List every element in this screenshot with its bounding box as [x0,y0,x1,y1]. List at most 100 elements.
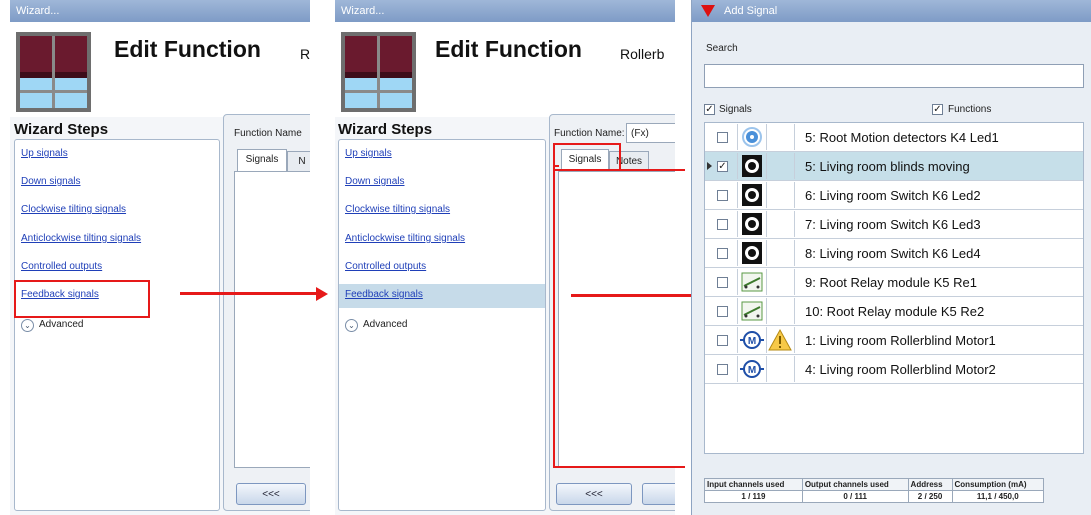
function-subtitle: R [300,46,310,62]
arrow-mid-to-signal [571,294,706,297]
list-bottom-line [555,466,685,468]
row-checkbox[interactable] [717,335,728,346]
row-checkbox[interactable] [717,277,728,288]
rollerblind-icon [16,32,91,112]
wizard-window-mid: Wizard... Edit Function Rollerb Wizard S… [335,0,675,515]
switch-icon [737,211,767,237]
row-name: 4: Living room Rollerblind Motor2 [805,362,996,377]
wizard-header: Edit Function Rollerb [335,22,675,117]
step-up-signals[interactable]: Up signals [21,148,68,159]
row-checkbox[interactable] [717,190,728,201]
warning-cell [766,298,795,324]
window-title: Wizard... [335,0,675,22]
row-checkbox[interactable] [717,248,728,259]
filter-functions-label[interactable]: Functions [948,104,991,115]
signals-tab-highlight [553,143,621,171]
warning-cell [766,269,795,295]
stat-value: 0 / 111 [801,490,909,503]
switch-icon [737,182,767,208]
function-panel: Function Name: (Fx) Signals Notes <<< [549,114,675,511]
window-title: Wizard... [10,0,310,22]
row-name: 5: Root Motion detectors K4 Led1 [805,130,999,145]
row-name: 1: Living room Rollerblind Motor1 [805,333,996,348]
page-title: Edit Function [435,36,582,62]
list-item[interactable]: 7: Living room Switch K6 Led3 [705,210,1083,239]
step-clockwise-tilting[interactable]: Clockwise tilting signals [345,204,450,215]
step-down-signals[interactable]: Down signals [345,176,404,187]
row-name: 5: Living room blinds moving [805,159,970,174]
list-item[interactable]: 8: Living room Switch K6 Led4 [705,239,1083,268]
list-item[interactable]: 6: Living room Switch K6 Led2 [705,181,1083,210]
step-clockwise-tilting[interactable]: Clockwise tilting signals [21,204,126,215]
step-anticlockwise-tilting[interactable]: Anticlockwise tilting signals [345,233,465,244]
wizard-steps-title: Wizard Steps [14,121,109,138]
warning-cell [766,240,795,266]
wizard-steps-panel: Up signals Down signals Clockwise tiltin… [338,139,546,511]
row-checkbox[interactable] [717,132,728,143]
filter-signals-checkbox[interactable]: ✓ [704,104,715,115]
stat-value: 11,1 / 450,0 [951,490,1045,503]
row-checkbox[interactable] [717,364,728,375]
row-name: 6: Living room Switch K6 Led2 [805,188,981,203]
list-item[interactable]: 9: Root Relay module K5 Re1 [705,268,1083,297]
signals-list-highlight [553,165,559,468]
stat-header: Input channels used [704,478,803,491]
signals-list [558,171,675,468]
advanced-label[interactable]: Advanced [363,319,407,330]
step-controlled-outputs[interactable]: Controlled outputs [21,261,102,272]
tab-notes[interactable]: N [287,151,310,171]
svg-text:M: M [748,365,756,376]
step-down-signals[interactable]: Down signals [21,176,80,187]
tab-signals[interactable]: Signals [237,149,287,171]
stat-header: Address [907,478,953,491]
warning-cell [766,327,795,353]
rollerblind-icon [341,32,416,112]
filter-functions-checkbox[interactable]: ✓ [932,104,943,115]
advanced-label[interactable]: Advanced [39,319,83,330]
step-controlled-outputs[interactable]: Controlled outputs [345,261,426,272]
row-name: 10: Root Relay module K5 Re2 [805,304,985,319]
list-item[interactable]: 5: Root Motion detectors K4 Led1 [705,123,1083,152]
stat-value: 2 / 250 [907,490,953,503]
row-checkbox[interactable] [717,306,728,317]
warning-cell [766,182,795,208]
signals-list [234,171,310,468]
list-item[interactable]: ✓ 5: Living room blinds moving [705,152,1083,181]
row-checkbox[interactable] [717,219,728,230]
stat-header: Consumption (mA) [951,478,1045,491]
list-item[interactable]: M 4: Living room Rollerblind Motor2 [705,355,1083,384]
svg-text:M: M [748,336,756,347]
step-up-signals[interactable]: Up signals [345,148,392,159]
warning-cell [766,124,795,150]
row-name: 7: Living room Switch K6 Led3 [805,217,981,232]
chevron-down-icon[interactable]: ⌄ [21,319,34,332]
wizard-header: Edit Function R [10,22,310,117]
function-panel: Function Name Signals N <<< [223,114,310,511]
page-title: Edit Function [114,36,261,62]
add-signal-window: Add Signal Search ✓ Signals ✓ Functions … [691,0,1091,515]
switch-icon [737,240,767,266]
feedback-highlight [14,280,150,318]
next-button[interactable] [642,483,675,505]
usage-stats-table: Input channels used Output channels used… [704,478,1045,503]
filter-signals-label[interactable]: Signals [719,104,752,115]
wizard-steps-panel: Up signals Down signals Clockwise tiltin… [14,139,220,511]
warning-cell [766,356,795,382]
row-checkbox[interactable]: ✓ [717,161,728,172]
back-button[interactable]: <<< [236,483,306,505]
back-button[interactable]: <<< [556,483,632,505]
function-subtitle: Rollerb [620,46,665,62]
step-feedback-signals[interactable]: Feedback signals [345,289,423,300]
search-input[interactable] [704,64,1084,88]
function-name-input[interactable]: (Fx) [626,123,675,143]
chevron-down-icon[interactable]: ⌄ [345,319,358,332]
arrow-left-to-mid [180,292,318,295]
row-selector-icon [707,162,712,170]
wizard-window-left: Wizard... Edit Function R Wizard Steps U… [10,0,310,515]
warning-icon [768,328,792,351]
switch-icon [737,153,767,179]
list-item[interactable]: M 1: Living room Rollerblind Motor1 [705,326,1083,355]
list-item[interactable]: 10: Root Relay module K5 Re2 [705,297,1083,326]
step-anticlockwise-tilting[interactable]: Anticlockwise tilting signals [21,233,141,244]
row-name: 8: Living room Switch K6 Led4 [805,246,981,261]
